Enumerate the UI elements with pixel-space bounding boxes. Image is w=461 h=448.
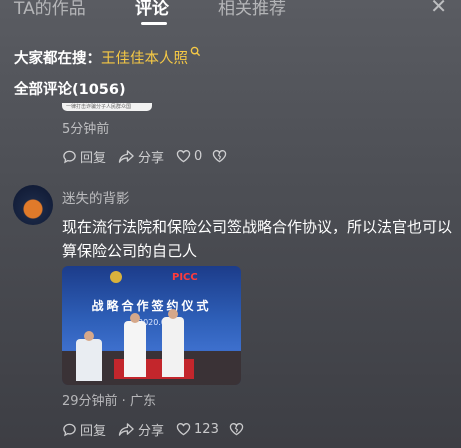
comment-actions: 回复 分享 123 [62, 420, 259, 439]
comment-text: 现在流行法院和保险公司签战略合作协议，所以法官也可以算保险公司的自己人 [62, 218, 453, 260]
like-count: 0 [194, 148, 203, 164]
tab-ta-works[interactable]: TA的作品 [14, 0, 86, 19]
share-label: 分享 [138, 150, 165, 166]
reply-label: 回复 [80, 150, 107, 166]
like-button[interactable]: 0 [176, 149, 202, 164]
comment-actions: 回复 分享 0 [62, 147, 242, 166]
reply-icon [63, 423, 76, 436]
reply-icon [63, 150, 76, 163]
search-prefix: 大家都在搜： [14, 51, 101, 67]
reply-button[interactable]: 回复 [62, 147, 106, 166]
share-button[interactable]: 分享 [118, 147, 164, 166]
search-suggestion[interactable]: 大家都在搜：王佳佳本人照 [14, 46, 201, 68]
photo-person-head [168, 309, 178, 319]
comment-time: 5分钟前 [62, 122, 110, 137]
photo-person [124, 321, 146, 377]
share-icon [118, 149, 134, 163]
dislike-button[interactable] [229, 422, 247, 436]
share-button[interactable]: 分享 [118, 420, 164, 439]
photo-person-head [84, 331, 94, 341]
share-label: 分享 [138, 423, 165, 439]
search-icon [190, 46, 201, 57]
like-button[interactable]: 123 [176, 422, 219, 437]
image-caption: 一律打击诈骗分子人民群众国 [66, 104, 132, 110]
broken-heart-icon [213, 150, 227, 163]
tab-comments[interactable]: 评论 [135, 0, 169, 19]
comments-count: 全部评论(1056) [14, 82, 126, 98]
broken-heart-icon [229, 423, 244, 436]
photo-title: 战略合作签约仪式 [91, 299, 212, 313]
heart-icon [176, 150, 191, 163]
tab-bar: TA的作品 评论 相关推荐 ✕ [0, 0, 461, 28]
comment-image[interactable]: 一律打击诈骗分子人民群众国 [62, 103, 152, 111]
reply-button[interactable]: 回复 [62, 420, 106, 439]
comment-username[interactable]: 迷失的背影 [62, 187, 130, 207]
close-icon[interactable]: ✕ [430, 0, 447, 18]
photo-person [162, 317, 184, 377]
photo-person-head [130, 313, 140, 323]
tab-related[interactable]: 相关推荐 [218, 0, 286, 19]
reply-label: 回复 [80, 423, 107, 439]
dislike-button[interactable] [212, 149, 230, 163]
avatar[interactable] [13, 185, 53, 225]
comment-time-location: 29分钟前 · 广东 [62, 394, 156, 409]
like-count: 123 [194, 421, 219, 437]
comment-photo[interactable]: PICC 战略合作签约仪式 2020.0 [62, 266, 241, 385]
search-keyword[interactable]: 王佳佳本人照 [101, 51, 188, 67]
heart-icon [176, 423, 191, 436]
share-icon [118, 422, 134, 436]
photo-logo: PICC [172, 272, 198, 283]
active-tab-indicator [141, 22, 167, 25]
photo-person [76, 339, 102, 381]
court-emblem-icon [110, 271, 122, 283]
